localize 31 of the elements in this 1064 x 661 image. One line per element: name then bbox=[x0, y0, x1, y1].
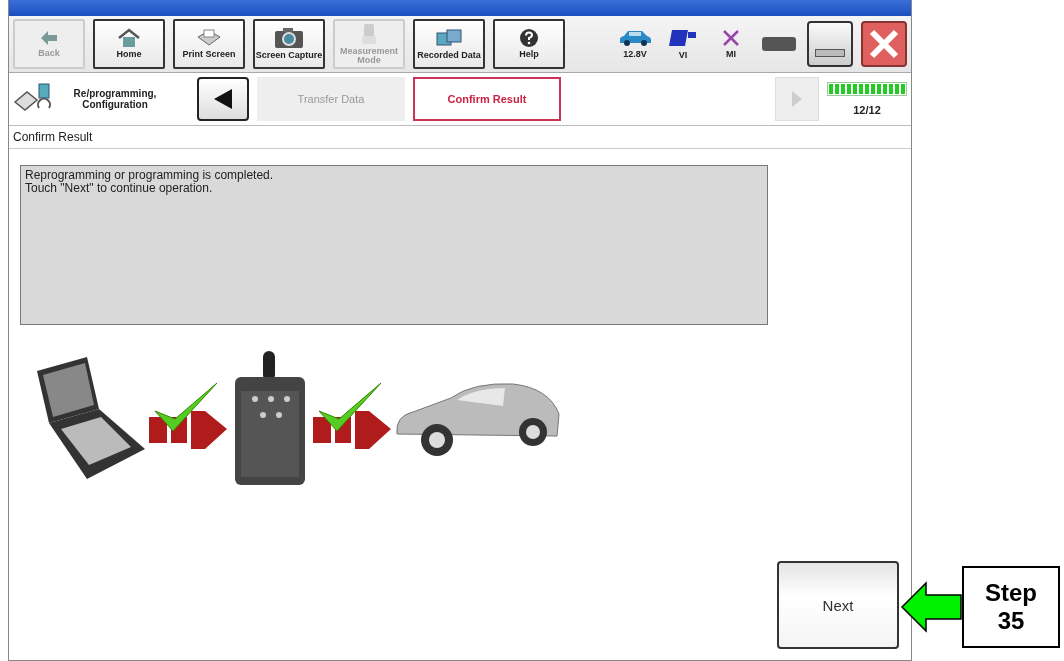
tablet-icon bbox=[360, 22, 378, 45]
minimize-button[interactable] bbox=[807, 21, 853, 67]
cross-icon bbox=[722, 29, 740, 47]
left-arrow-icon bbox=[900, 581, 962, 633]
house-icon bbox=[117, 28, 141, 49]
toolbar-button[interactable]: Recorded Data bbox=[413, 19, 485, 69]
status-label: VI bbox=[678, 50, 688, 60]
help-icon bbox=[519, 28, 539, 49]
battery-icon bbox=[762, 37, 796, 51]
toolbar-button[interactable]: Home bbox=[93, 19, 165, 69]
message-text: Touch "Next" to continue operation. bbox=[25, 182, 214, 195]
message-text: Reprogramming or programming is completed. bbox=[25, 169, 275, 182]
toolbar-button[interactable]: Screen Capture bbox=[253, 19, 325, 69]
close-icon bbox=[867, 27, 901, 61]
next-button[interactable]: Next bbox=[777, 561, 899, 649]
right-triangle-icon bbox=[790, 89, 804, 109]
close-button[interactable] bbox=[861, 21, 907, 67]
progress-text: 12/12 bbox=[853, 104, 881, 116]
toolbar-button[interactable]: Help bbox=[493, 19, 565, 69]
page-heading: Confirm Result bbox=[9, 126, 911, 149]
left-triangle-icon bbox=[212, 87, 234, 111]
step-callout: Step 35 bbox=[962, 566, 1060, 648]
section-label: Re/programming, Configuration bbox=[72, 88, 158, 110]
status-label: MI bbox=[726, 49, 736, 59]
status-label: 12.8V bbox=[623, 49, 647, 59]
toolbar-button[interactable]: Print Screen bbox=[173, 19, 245, 69]
back-button[interactable] bbox=[197, 77, 249, 121]
interface-device-icon bbox=[668, 28, 698, 48]
car-icon bbox=[618, 29, 652, 47]
step-tab[interactable]: Confirm Result bbox=[413, 77, 561, 121]
camera-icon bbox=[274, 27, 304, 50]
